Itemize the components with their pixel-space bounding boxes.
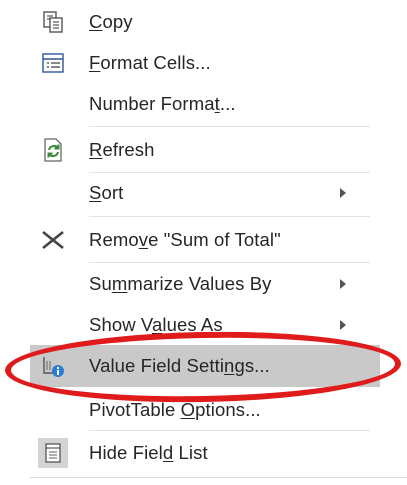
menu-separator (89, 126, 370, 127)
menu-item-hide-field-list[interactable]: Hide Field List (0, 431, 380, 475)
menu-item-label: Refresh (89, 139, 155, 160)
menu-item-label: PivotTable Options... (89, 399, 261, 420)
menu-item-summarize-values-by[interactable]: Summarize Values By (0, 262, 380, 306)
menu-item-label: Hide Field List (89, 442, 208, 463)
refresh-icon (40, 137, 66, 163)
menu-item-copy[interactable]: Copy (0, 0, 380, 44)
menu-item-label: Number Format... (89, 93, 236, 114)
menu-bottom-border (30, 477, 407, 478)
menu-item-sort[interactable]: Sort (0, 171, 380, 215)
remove-x-icon (40, 227, 66, 253)
submenu-arrow-icon (340, 279, 346, 289)
menu-item-refresh[interactable]: Refresh (0, 128, 380, 172)
hide-field-list-icon (38, 438, 68, 468)
menu-separator (89, 216, 370, 217)
menu-item-label: Summarize Values By (89, 273, 272, 294)
menu-item-format-cells[interactable]: Format Cells... (0, 41, 380, 85)
menu-item-remove-sum-of-total[interactable]: Remove "Sum of Total" (0, 218, 380, 262)
menu-item-label: Remove "Sum of Total" (89, 229, 281, 250)
context-menu: Copy Format Cells... Number Format... Re… (0, 0, 407, 485)
submenu-arrow-icon (340, 320, 346, 330)
format-cells-icon (40, 50, 66, 76)
menu-item-number-format[interactable]: Number Format... (0, 82, 380, 126)
menu-item-label: Copy (89, 11, 133, 32)
menu-item-label: Sort (89, 182, 124, 203)
submenu-arrow-icon (340, 188, 346, 198)
menu-item-label: Format Cells... (89, 52, 211, 73)
copy-icon (40, 9, 66, 35)
